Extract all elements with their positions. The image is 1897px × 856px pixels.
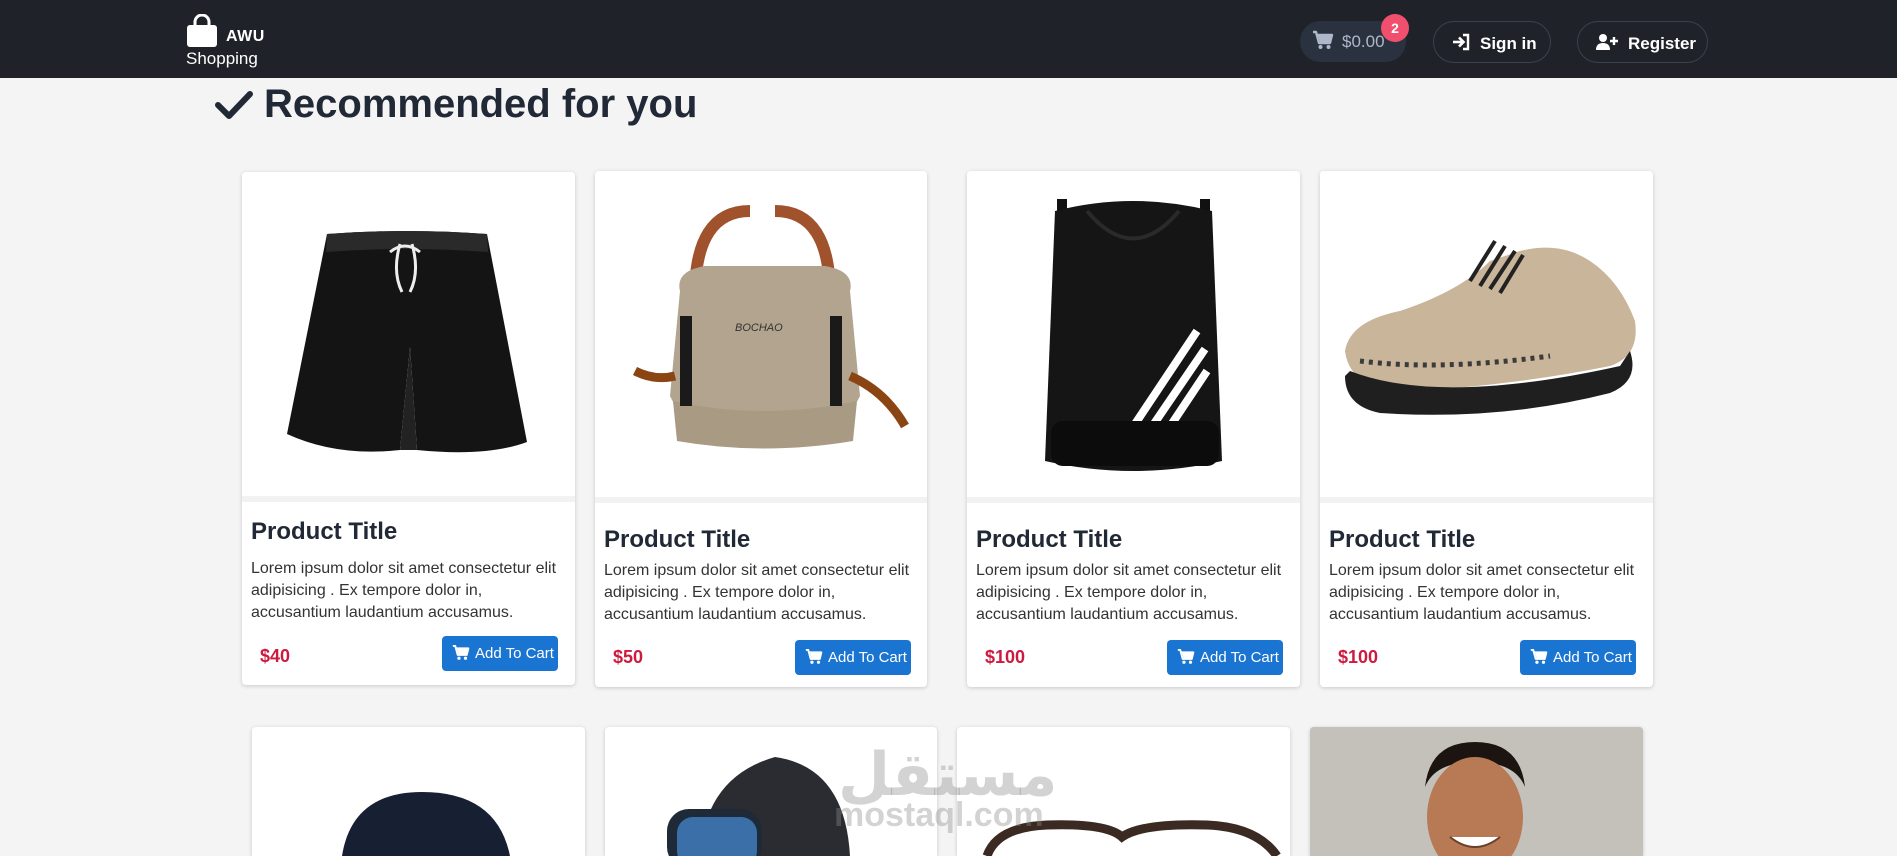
product-title: Product Title (604, 526, 751, 553)
cart-count-badge: 2 (1381, 14, 1409, 42)
brand-logo[interactable]: AWU Shopping (186, 14, 276, 70)
shopping-bag-icon (187, 14, 217, 47)
add-to-cart-button[interactable]: Add To Cart (1520, 640, 1636, 675)
product-description: Lorem ipsum dolor sit amet consectetur e… (1329, 562, 1635, 623)
product-price: $100 (1338, 647, 1379, 667)
product-description: Lorem ipsum dolor sit amet consectetur e… (976, 562, 1282, 623)
add-to-cart-label: Add To Cart (475, 645, 554, 662)
sign-in-icon (1453, 33, 1470, 51)
sign-in-button[interactable]: Sign in (1433, 21, 1551, 63)
cart-icon (805, 648, 823, 664)
product-image-smiling-man[interactable] (1310, 727, 1643, 856)
product-image-cap[interactable] (252, 727, 585, 856)
product-price: $100 (985, 647, 1026, 667)
user-plus-icon (1596, 34, 1618, 50)
register-label: Register (1628, 34, 1697, 53)
product-description: Lorem ipsum dolor sit amet consectetur e… (251, 560, 557, 621)
product-description: Lorem ipsum dolor sit amet consectetur e… (604, 562, 910, 623)
product-image-knit-sneaker[interactable] (1320, 171, 1653, 503)
brand-subtitle: Shopping (186, 49, 258, 68)
product-image-black-shorts[interactable] (242, 172, 575, 502)
product-card: BOCHAO Product Title Lorem ipsum dolor s… (595, 171, 927, 687)
brand-name: AWU (226, 28, 265, 45)
add-to-cart-button[interactable]: Add To Cart (442, 636, 558, 671)
svg-text:BOCHAO: BOCHAO (735, 322, 783, 334)
product-card: Product Title Lorem ipsum dolor sit amet… (967, 171, 1300, 687)
product-title: Product Title (1329, 526, 1476, 553)
add-to-cart-button[interactable]: Add To Cart (1167, 640, 1283, 675)
cart-icon (1530, 648, 1548, 664)
add-to-cart-label: Add To Cart (1200, 649, 1279, 666)
page-title: Recommended for you (264, 82, 698, 126)
cart-total: $0.00 (1342, 32, 1385, 51)
add-to-cart-label: Add To Cart (828, 649, 907, 666)
cart-icon (1177, 648, 1195, 664)
check-icon (215, 91, 253, 119)
add-to-cart-label: Add To Cart (1553, 649, 1632, 666)
sign-in-label: Sign in (1480, 34, 1537, 53)
cart-icon (1313, 30, 1334, 49)
product-card (252, 727, 585, 856)
product-title: Product Title (251, 518, 398, 545)
navbar: AWU Shopping $0.00 2 Sign in Register (0, 0, 1897, 78)
product-price: $40 (260, 646, 291, 666)
product-card: Product Title Lorem ipsum dolor sit amet… (1320, 171, 1653, 687)
add-to-cart-button[interactable]: Add To Cart (795, 640, 911, 675)
product-title: Product Title (976, 526, 1123, 553)
product-price: $50 (613, 647, 644, 667)
register-button[interactable]: Register (1577, 21, 1708, 63)
product-image-duffel-bag[interactable]: BOCHAO (595, 171, 927, 503)
cart-icon (452, 644, 470, 660)
product-card: Product Title Lorem ipsum dolor sit amet… (242, 172, 575, 685)
cart-button[interactable]: $0.00 2 (1300, 14, 1409, 62)
product-card (1310, 727, 1643, 856)
watermark-latin: mostaql.com (834, 796, 1044, 834)
product-image-drawstring-backpack[interactable] (967, 171, 1300, 503)
watermark: مستقل mostaql.com (830, 740, 1090, 840)
